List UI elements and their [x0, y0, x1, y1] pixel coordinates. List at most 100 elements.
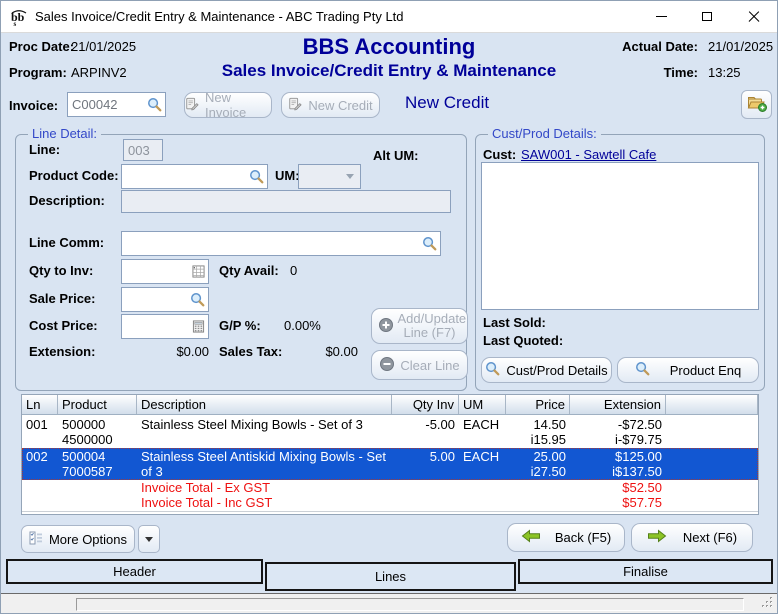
- cell-description: Stainless Steel Mixing Bowls - Set of 3: [137, 417, 392, 447]
- cust-prod-notes: [481, 162, 759, 310]
- grid-sheet-icon[interactable]: [192, 265, 208, 278]
- search-icon[interactable]: [249, 169, 267, 184]
- actual-date-value: 21/01/2025: [708, 39, 773, 54]
- tab-finalise[interactable]: Finalise: [518, 559, 773, 584]
- table-row[interactable]: 0025000047000587Stainless Steel Antiskid…: [22, 448, 758, 480]
- more-options-label: More Options: [49, 532, 127, 547]
- search-icon[interactable]: [190, 292, 208, 307]
- line-comm-input[interactable]: [122, 232, 422, 255]
- sales-tax-label: Sales Tax:: [219, 344, 282, 359]
- open-invoice-button[interactable]: [741, 90, 772, 119]
- line-number-input[interactable]: [124, 140, 162, 160]
- column-header-ln[interactable]: Ln: [22, 395, 58, 414]
- cell-extension: -$72.50i-$79.75: [570, 417, 666, 447]
- close-icon: [748, 11, 760, 23]
- column-header-extension[interactable]: Extension: [570, 395, 666, 414]
- cell-extension: $57.75: [570, 495, 666, 510]
- column-header-qty-inv[interactable]: Qty Inv: [392, 395, 459, 414]
- tab-header[interactable]: Header: [6, 559, 263, 584]
- invoice-input[interactable]: [68, 93, 147, 116]
- search-icon: [485, 361, 500, 379]
- table-row[interactable]: 0015000004500000Stainless Steel Mixing B…: [22, 416, 758, 448]
- resize-grip-icon[interactable]: [761, 596, 774, 612]
- folder-plus-icon: [747, 94, 767, 115]
- extension-label: Extension:: [29, 344, 95, 359]
- qty-to-inv-label: Qty to Inv:: [29, 263, 93, 278]
- cell-ln: 001: [22, 417, 58, 447]
- cell-extension: $52.50: [570, 480, 666, 495]
- maximize-button[interactable]: [684, 1, 730, 32]
- more-options-dropdown-button[interactable]: [138, 525, 160, 553]
- gp-label: G/P %:: [219, 318, 261, 333]
- green-arrow-left-icon: [521, 529, 541, 546]
- line-comm-label: Line Comm:: [29, 235, 104, 250]
- extension-value: $0.00: [141, 344, 209, 359]
- cell-filler: [666, 417, 758, 447]
- product-code-field-wrap: [121, 164, 268, 189]
- status-inset-panel: [76, 598, 744, 611]
- cell-product: [58, 480, 137, 495]
- product-enq-button[interactable]: Product Enq: [617, 357, 759, 383]
- column-header-product[interactable]: Product: [58, 395, 137, 414]
- chevron-down-icon: [346, 174, 354, 179]
- close-button[interactable]: [730, 1, 778, 32]
- cell-price: 25.00i27.50: [506, 449, 570, 479]
- line-comm-field-wrap: [121, 231, 441, 256]
- cell-qty-inv: [392, 480, 459, 495]
- clear-line-button[interactable]: Clear Line: [371, 350, 468, 380]
- green-arrow-right-icon: [647, 529, 667, 546]
- line-number-field-wrap: [123, 139, 163, 161]
- cell-um: [459, 495, 506, 510]
- invoice-label: Invoice:: [9, 98, 58, 113]
- product-code-input[interactable]: [122, 165, 249, 188]
- description-input[interactable]: [122, 191, 450, 212]
- minimize-button[interactable]: [638, 1, 684, 32]
- calculator-icon[interactable]: [192, 320, 208, 333]
- column-header-um[interactable]: UM: [459, 395, 506, 414]
- qty-to-inv-input[interactable]: [122, 260, 192, 283]
- cell-product: [58, 495, 137, 510]
- new-invoice-button[interactable]: New Invoice: [184, 92, 272, 118]
- cell-extension: $125.00i$137.50: [570, 449, 666, 479]
- description-label: Description:: [29, 193, 105, 208]
- cell-price: 14.50i15.95: [506, 417, 570, 447]
- cell-product: 5000047000587: [58, 449, 137, 479]
- search-icon[interactable]: [147, 97, 165, 112]
- um-select[interactable]: [298, 164, 361, 189]
- column-header-price[interactable]: Price: [506, 395, 570, 414]
- add-update-line-label: Add/Update Line (F7): [398, 312, 462, 340]
- sale-price-input[interactable]: [122, 288, 190, 311]
- invoice-field-wrap: [67, 92, 166, 117]
- more-options-button[interactable]: More Options: [21, 525, 135, 553]
- new-credit-label: New Credit: [308, 98, 372, 113]
- cell-ln: [22, 480, 58, 495]
- sale-price-label: Sale Price:: [29, 291, 96, 306]
- cost-price-input[interactable]: [122, 315, 192, 338]
- new-credit-button[interactable]: New Credit: [281, 92, 380, 118]
- next-button[interactable]: Next (F6): [631, 523, 753, 552]
- mode-status-text: New Credit: [405, 93, 489, 113]
- search-icon: [635, 361, 650, 379]
- cell-price: [506, 495, 570, 510]
- back-button[interactable]: Back (F5): [507, 523, 625, 552]
- line-detail-group-label: Line Detail:: [28, 126, 101, 141]
- search-icon[interactable]: [422, 236, 440, 251]
- tab-lines[interactable]: Lines: [265, 562, 516, 591]
- checklist-icon: [29, 531, 43, 548]
- cell-qty-inv: -5.00: [392, 417, 459, 447]
- app-window: bbs Sales Invoice/Credit Entry & Mainten…: [0, 0, 778, 614]
- add-update-line-button[interactable]: Add/Update Line (F7): [371, 308, 468, 344]
- cell-ln: 002: [22, 449, 58, 479]
- svg-text:s: s: [14, 20, 17, 27]
- column-header-description[interactable]: Description: [137, 395, 392, 414]
- document-pencil-icon: [185, 97, 199, 114]
- time-value: 13:25: [708, 65, 741, 80]
- last-sold-label: Last Sold:: [483, 315, 546, 330]
- title-bar: bbs Sales Invoice/Credit Entry & Mainten…: [1, 1, 777, 33]
- customer-link[interactable]: SAW001 - Sawtell Cafe: [521, 147, 656, 162]
- cell-um: EACH: [459, 417, 506, 447]
- cust-prod-details-button[interactable]: Cust/Prod Details: [481, 357, 612, 383]
- gp-value: 0.00%: [284, 318, 321, 333]
- qty-avail-label: Qty Avail:: [219, 263, 279, 278]
- cust-prod-group-label: Cust/Prod Details:: [488, 126, 601, 141]
